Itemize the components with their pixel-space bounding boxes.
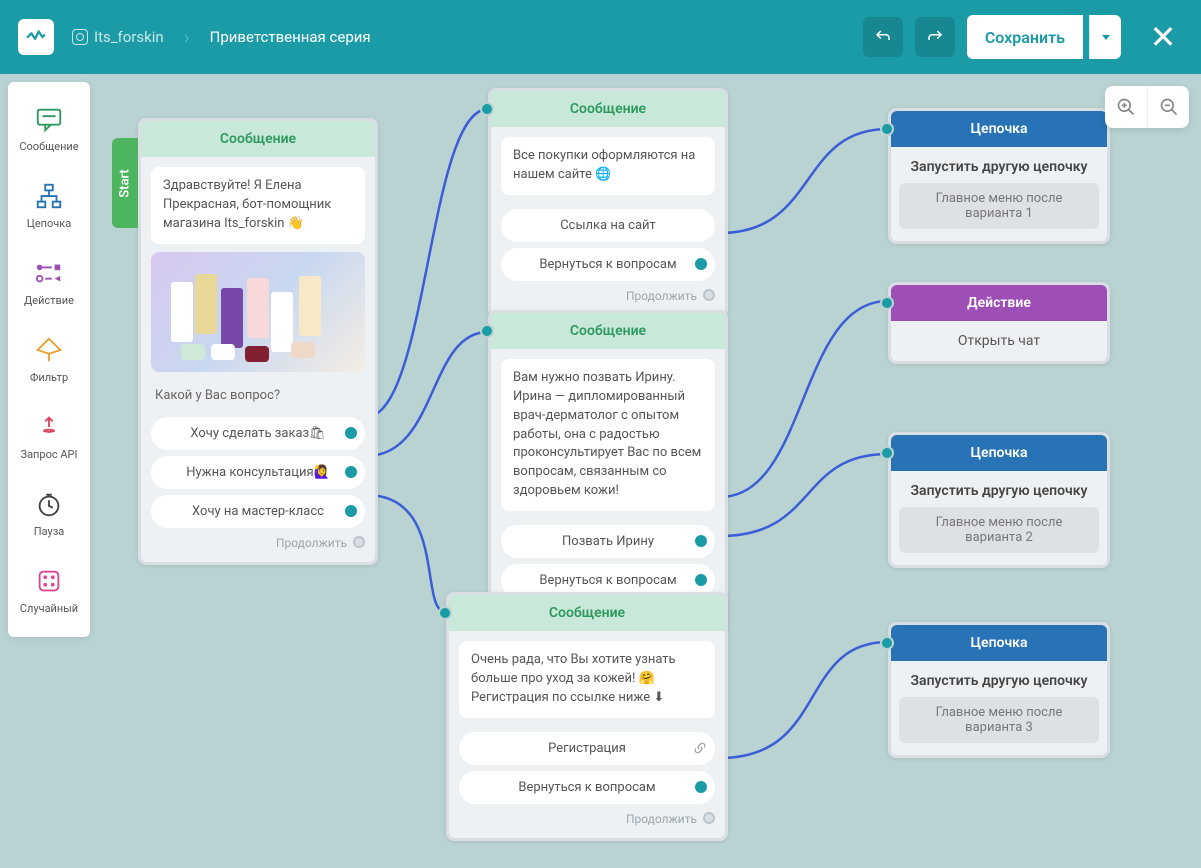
pause-icon [34,489,64,519]
question-text: Какой у Вас вопрос? [151,380,365,411]
tool-api[interactable]: Запрос API [8,398,90,475]
option-site-link[interactable]: Ссылка на сайт [501,209,715,242]
zoom-in-button[interactable] [1105,86,1147,128]
out-port[interactable] [345,505,357,517]
tool-label: Случайный [20,602,78,615]
tool-pause[interactable]: Пауза [8,475,90,552]
zoom-out-button[interactable] [1147,86,1189,128]
node-title: Цепочка [891,625,1107,661]
tool-message[interactable]: Сообщение [8,90,90,167]
tool-label: Действие [24,294,74,307]
option-call-irina[interactable]: Позвать Ирину [501,525,715,558]
out-port[interactable] [695,781,707,793]
sidebar: Сообщение Цепочка Действие Фильтр Запрос… [8,82,90,637]
node-title: Цепочка [891,435,1107,471]
node-title: Действие [891,285,1107,321]
option-back[interactable]: Вернуться к вопросам [459,771,715,804]
message-text: Вам нужно позвать Ирину. Ирина — дипломи… [501,359,715,511]
start-tab: Start [112,138,138,228]
tool-action[interactable]: Действие [8,244,90,321]
save-button[interactable]: Сохранить [967,15,1083,59]
node-chain-2[interactable]: Цепочка Запустить другую цепочку Главное… [888,432,1110,568]
in-port[interactable] [880,296,894,310]
tool-label: Пауза [34,525,65,538]
tool-label: Сообщение [19,140,78,153]
logo[interactable] [18,19,54,55]
tool-label: Фильтр [30,371,68,384]
action-icon [34,258,64,288]
message-text: Все покупки оформляются на нашем сайте 🌐 [501,137,715,195]
filter-icon [34,335,64,365]
out-port[interactable] [695,535,707,547]
continue-port[interactable]: Продолжить [459,804,715,828]
node-title: Сообщение [491,313,725,349]
node-action[interactable]: Действие Открыть чат [888,282,1110,364]
node-start-message[interactable]: Start Сообщение Здравствуйте! Я Елена Пр… [138,118,378,565]
chain-target[interactable]: Главное меню после варианта 1 [899,183,1099,229]
continue-port[interactable]: Продолжить [151,528,365,552]
tool-random[interactable]: Случайный [8,552,90,629]
topbar: Its_forskin › Приветственная серия Сохра… [0,0,1201,74]
breadcrumb: Its_forskin › Приветственная серия [72,25,371,49]
save-dropdown[interactable] [1089,15,1121,59]
chain-subtitle: Запустить другую цепочку [899,483,1099,499]
node-chain-1[interactable]: Цепочка Запустить другую цепочку Главное… [888,108,1110,244]
chain-subtitle: Запустить другую цепочку [899,159,1099,175]
in-port[interactable] [480,324,494,338]
out-port[interactable] [695,258,707,270]
message-text: Здравствуйте! Я Елена Прекрасная, бот-по… [151,167,365,244]
in-port[interactable] [880,636,894,650]
node-message-masterclass[interactable]: Сообщение Очень рада, что Вы хотите узна… [446,592,728,841]
close-button[interactable]: ✕ [1143,17,1183,57]
link-icon [693,741,707,755]
canvas[interactable]: Start Сообщение Здравствуйте! Я Елена Пр… [98,74,1201,868]
node-title: Сообщение [491,91,725,127]
tool-filter[interactable]: Фильтр [8,321,90,398]
option-consult[interactable]: Нужна консультация🙋‍♀️ [151,456,365,489]
out-port[interactable] [345,427,357,439]
node-title: Цепочка [891,111,1107,147]
chain-target[interactable]: Главное меню после варианта 2 [899,507,1099,553]
option-register[interactable]: Регистрация [459,732,715,765]
in-port[interactable] [880,122,894,136]
zoom-controls [1105,86,1189,128]
undo-button[interactable] [863,17,903,57]
action-text: Открыть чат [899,333,1099,349]
node-chain-3[interactable]: Цепочка Запустить другую цепочку Главное… [888,622,1110,758]
node-title: Сообщение [449,595,725,631]
flow-name[interactable]: Приветственная серия [210,28,371,46]
message-icon [34,104,64,134]
chain-subtitle: Запустить другую цепочку [899,673,1099,689]
option-back[interactable]: Вернуться к вопросам [501,248,715,281]
in-port[interactable] [480,102,494,116]
random-icon [34,566,64,596]
account-name[interactable]: Its_forskin [94,28,164,46]
redo-button[interactable] [915,17,955,57]
node-title: Сообщение [141,121,375,157]
topbar-actions: Сохранить ✕ [863,15,1183,59]
out-port[interactable] [695,574,707,586]
tool-label: Цепочка [27,217,71,230]
chain-target[interactable]: Главное меню после варианта 3 [899,697,1099,743]
chevron-right-icon: › [184,25,190,49]
instagram-icon [72,29,88,45]
in-port[interactable] [438,606,452,620]
option-order[interactable]: Хочу сделать заказ🛍 [151,417,365,450]
api-icon [34,412,64,442]
chain-icon [34,181,64,211]
continue-port[interactable]: Продолжить [501,281,715,305]
option-masterclass[interactable]: Хочу на мастер-класс [151,495,365,528]
tool-chain[interactable]: Цепочка [8,167,90,244]
out-port[interactable] [345,466,357,478]
message-text: Очень рада, что Вы хотите узнать больше … [459,641,715,718]
message-image [151,252,365,372]
tool-label: Запрос API [21,448,78,461]
node-message-site[interactable]: Сообщение Все покупки оформляются на наш… [488,88,728,318]
node-message-consult[interactable]: Сообщение Вам нужно позвать Ирину. Ирина… [488,310,728,634]
in-port[interactable] [880,446,894,460]
